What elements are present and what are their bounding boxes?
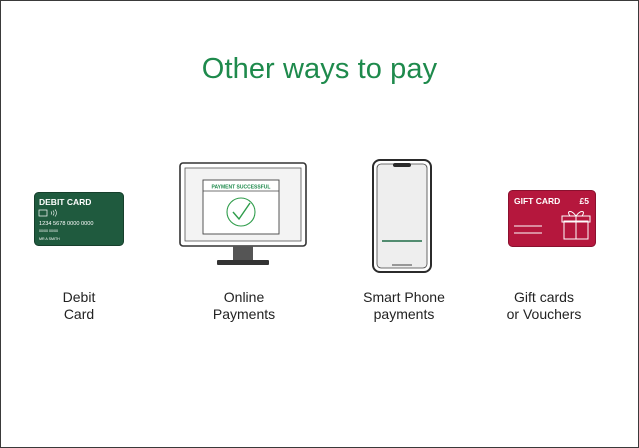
debit-card-icon: DEBIT CARD 1234 5678 0000 0000 00/00 00/… [34, 192, 124, 246]
page-title: Other ways to pay [201, 53, 438, 85]
debit-card-name: MR A SMITH [39, 237, 60, 241]
debit-card-dates: 00/00 00/00 [39, 229, 58, 233]
caption-smart-phone: Smart Phone payments [334, 289, 474, 323]
smartphone-icon [372, 159, 432, 273]
gift-card-icon: GIFT CARD £5 [508, 190, 596, 247]
gift-card-value: £5 [580, 196, 590, 206]
gift-card-heading: GIFT CARD [514, 196, 560, 206]
caption-gift-cards: Gift cards or Vouchers [474, 289, 614, 323]
slide: Other ways to pay DEBIT CARD 1234 5678 0… [0, 0, 639, 448]
caption-line: Payments [212, 306, 276, 322]
caption-line: Gift cards [514, 289, 574, 305]
caption-online-payments: Online Payments [174, 289, 314, 323]
caption-line: Smart Phone [363, 289, 445, 305]
caption-line: Debit [62, 289, 96, 305]
caption-line: Card [63, 306, 95, 322]
caption-line: Online [223, 289, 265, 305]
monitor-icon: PAYMENT SUCCESSFUL [179, 162, 307, 265]
payment-successful-text: PAYMENT SUCCESSFUL [212, 185, 271, 191]
debit-card-number: 1234 5678 0000 0000 [39, 221, 93, 227]
caption-line: payments [373, 306, 435, 322]
caption-line: or Vouchers [506, 306, 582, 322]
debit-card-heading: DEBIT CARD [39, 197, 91, 207]
caption-debit-card: Debit Card [9, 289, 149, 323]
